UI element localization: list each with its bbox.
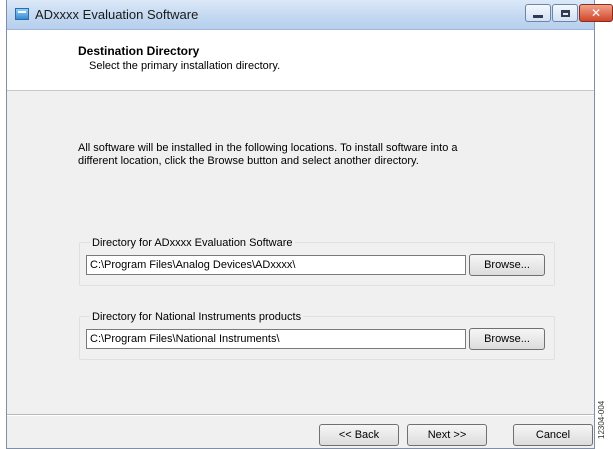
window-title: ADxxxx Evaluation Software: [35, 7, 199, 22]
maximize-button[interactable]: [552, 4, 578, 22]
installer-window: ADxxxx Evaluation Software ✕ Destination…: [6, 0, 613, 449]
dialog-header: Destination Directory Select the primary…: [7, 30, 594, 91]
ni-directory-group: Directory for National Instruments produ…: [79, 311, 555, 360]
cancel-button[interactable]: Cancel: [513, 424, 593, 446]
adxxxx-directory-group: Directory for ADxxxx Evaluation Software…: [79, 237, 555, 286]
ni-browse-button[interactable]: Browse...: [469, 328, 545, 350]
minimize-button[interactable]: [525, 4, 551, 22]
next-button[interactable]: Next >>: [407, 424, 487, 446]
footer-divider: [7, 414, 594, 416]
adxxxx-directory-label: Directory for ADxxxx Evaluation Software: [90, 237, 295, 249]
back-button[interactable]: << Back: [319, 424, 399, 446]
adxxxx-directory-input[interactable]: [86, 255, 466, 275]
maximize-icon: [560, 9, 570, 17]
figure-code: 12304-004: [597, 400, 606, 439]
intro-text: All software will be installed in the fo…: [78, 142, 458, 167]
title-bar[interactable]: ADxxxx Evaluation Software ✕: [7, 0, 613, 30]
app-icon: [15, 8, 29, 20]
ni-directory-input[interactable]: [86, 329, 466, 349]
ni-directory-label: Directory for National Instruments produ…: [90, 311, 304, 323]
close-button[interactable]: ✕: [579, 4, 613, 22]
close-icon: ✕: [590, 6, 602, 20]
page-title: Destination Directory: [78, 44, 200, 58]
page-subtitle: Select the primary installation director…: [89, 60, 281, 72]
minimize-icon: [533, 14, 543, 18]
adxxxx-browse-button[interactable]: Browse...: [469, 254, 545, 276]
